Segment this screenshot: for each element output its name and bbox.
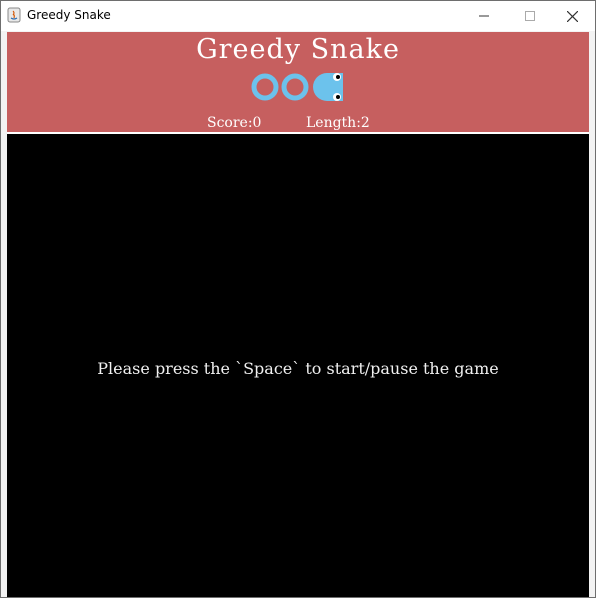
minimize-icon xyxy=(479,15,489,17)
window-border-right xyxy=(589,32,595,597)
close-icon xyxy=(566,10,578,22)
title-bar[interactable]: Greedy Snake xyxy=(1,1,595,31)
maximize-icon xyxy=(525,11,535,21)
snake-logo-icon xyxy=(251,73,343,101)
game-title: Greedy Snake xyxy=(196,34,400,65)
score-label: Score:0 xyxy=(207,115,262,131)
close-button[interactable] xyxy=(549,1,595,31)
maximize-button[interactable] xyxy=(507,1,553,31)
minimize-button[interactable] xyxy=(461,1,507,31)
window-title: Greedy Snake xyxy=(27,8,111,22)
game-header: Greedy Snake Score:0 Length:2 xyxy=(7,32,589,132)
stats-bar: Score:0 Length:2 xyxy=(7,114,589,132)
java-app-icon xyxy=(7,7,21,23)
game-content: Greedy Snake Score:0 Length:2 Please pre… xyxy=(7,32,589,597)
app-window: Greedy Snake Greedy Snake Score:0 Length… xyxy=(0,0,596,598)
game-board[interactable]: Please press the `Space` to start/pause … xyxy=(7,134,589,597)
start-message: Please press the `Space` to start/pause … xyxy=(97,359,499,378)
length-label: Length:2 xyxy=(306,115,370,131)
